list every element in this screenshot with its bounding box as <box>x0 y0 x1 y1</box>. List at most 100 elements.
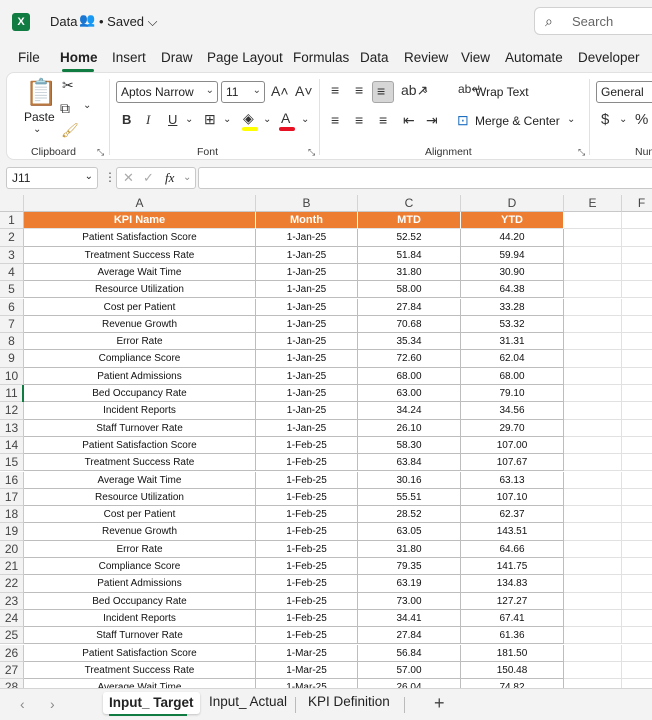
tab-draw[interactable]: Draw <box>161 50 193 65</box>
table-cell[interactable]: 29.70 <box>461 419 564 437</box>
tab-view[interactable]: View <box>461 50 490 65</box>
table-cell[interactable]: 1-Jan-25 <box>256 315 358 334</box>
tab-file[interactable]: File <box>18 50 40 65</box>
borders-dropdown-icon[interactable]: ⌄ <box>223 115 231 125</box>
table-cell[interactable]: 72.60 <box>358 350 461 368</box>
empty-cell[interactable] <box>622 645 652 662</box>
table-cell[interactable]: 31.31 <box>461 333 564 351</box>
table-cell[interactable]: 63.05 <box>358 523 461 541</box>
row-header[interactable]: 11 <box>0 385 24 403</box>
table-cell[interactable]: 1-Jan-25 <box>256 350 358 368</box>
table-cell[interactable]: Staff Turnover Rate <box>24 419 256 437</box>
column-header-e[interactable]: E <box>564 195 622 212</box>
paste-icon[interactable]: 📋 <box>25 79 57 105</box>
empty-cell[interactable] <box>564 263 622 282</box>
table-cell[interactable]: 1-Jan-25 <box>256 402 358 420</box>
table-cell[interactable]: Treatment Success Rate <box>24 661 256 680</box>
row-header[interactable]: 22 <box>0 575 24 593</box>
empty-cell[interactable] <box>564 592 622 610</box>
table-cell[interactable]: 79.10 <box>461 385 564 403</box>
row-header[interactable]: 8 <box>0 333 24 351</box>
font-color-icon[interactable]: A <box>281 111 290 125</box>
table-cell[interactable]: 181.50 <box>461 644 564 662</box>
table-cell[interactable]: Average Wait Time <box>24 471 256 489</box>
table-cell[interactable]: 34.41 <box>358 609 461 628</box>
table-cell[interactable]: 58.00 <box>358 281 461 299</box>
row-header[interactable]: 15 <box>0 454 24 472</box>
empty-cell[interactable] <box>622 454 652 472</box>
empty-cell[interactable] <box>564 523 622 541</box>
table-cell[interactable]: 63.84 <box>358 454 461 472</box>
table-cell[interactable]: 70.68 <box>358 315 461 334</box>
spreadsheet-grid[interactable]: A B C D E F 1 KPI Name Month MTD YTD 2 Patient Satis… <box>0 195 652 688</box>
empty-cell[interactable] <box>564 627 622 645</box>
row-header[interactable]: 4 <box>0 263 24 282</box>
table-cell[interactable]: 26.10 <box>358 419 461 437</box>
empty-cell[interactable] <box>622 212 652 230</box>
table-cell[interactable]: 68.00 <box>461 367 564 385</box>
table-cell[interactable]: Patient Admissions <box>24 575 256 593</box>
tab-page-layout[interactable]: Page Layout <box>207 50 283 65</box>
empty-cell[interactable] <box>622 437 652 455</box>
table-cell[interactable]: Incident Reports <box>24 402 256 420</box>
table-cell[interactable]: 107.67 <box>461 454 564 472</box>
table-cell[interactable]: Resource Utilization <box>24 281 256 299</box>
table-cell[interactable]: Error Rate <box>24 333 256 351</box>
enter-icon[interactable]: ✓ <box>143 170 154 186</box>
empty-cell[interactable] <box>564 315 622 334</box>
empty-cell[interactable] <box>622 610 652 628</box>
table-cell[interactable]: Bed Occupancy Rate <box>24 385 256 403</box>
row-header[interactable]: 2 <box>0 229 24 247</box>
font-size-dropdown[interactable]: 11 ⌄ <box>221 81 265 103</box>
empty-cell[interactable] <box>564 609 622 628</box>
empty-cell[interactable] <box>564 402 622 420</box>
table-cell[interactable]: 1-Feb-25 <box>256 454 358 472</box>
more-options-icon[interactable]: ⋮ <box>104 170 116 184</box>
empty-cell[interactable] <box>564 661 622 680</box>
row-header[interactable]: 18 <box>0 506 24 524</box>
table-cell[interactable]: Revenue Growth <box>24 523 256 541</box>
empty-cell[interactable] <box>622 350 652 368</box>
row-header[interactable]: 10 <box>0 367 24 385</box>
empty-cell[interactable] <box>622 679 652 688</box>
empty-cell[interactable] <box>564 229 622 247</box>
tab-home[interactable]: Home <box>60 50 98 65</box>
document-title[interactable]: Data <box>50 14 77 29</box>
align-middle-icon[interactable]: ≡ <box>355 83 363 97</box>
table-cell[interactable]: 52.52 <box>358 229 461 247</box>
row-header[interactable]: 26 <box>0 644 24 662</box>
empty-cell[interactable] <box>564 333 622 351</box>
empty-cell[interactable] <box>622 316 652 334</box>
empty-cell[interactable] <box>622 593 652 610</box>
empty-cell[interactable] <box>622 558 652 576</box>
sheet-tab-input-actual[interactable]: Input_ Actual <box>209 694 287 709</box>
table-cell[interactable]: 56.84 <box>358 644 461 662</box>
empty-cell[interactable] <box>564 281 622 299</box>
empty-cell[interactable] <box>564 679 622 688</box>
empty-cell[interactable] <box>564 644 622 662</box>
table-cell[interactable]: 51.84 <box>358 246 461 264</box>
table-cell[interactable]: 1-Feb-25 <box>256 523 358 541</box>
empty-cell[interactable] <box>622 368 652 385</box>
empty-cell[interactable] <box>564 575 622 593</box>
empty-cell[interactable] <box>622 575 652 593</box>
empty-cell[interactable] <box>564 246 622 264</box>
empty-cell[interactable] <box>564 419 622 437</box>
fill-color-dropdown-icon[interactable]: ⌄ <box>263 115 271 125</box>
table-cell[interactable]: 1-Feb-25 <box>256 471 358 489</box>
table-header-cell[interactable]: KPI Name <box>24 212 256 230</box>
table-cell[interactable]: 63.00 <box>358 385 461 403</box>
currency-dropdown-icon[interactable]: ⌄ <box>619 115 627 125</box>
table-cell[interactable]: 61.36 <box>461 627 564 645</box>
empty-cell[interactable] <box>622 489 652 507</box>
table-cell[interactable]: Error Rate <box>24 540 256 558</box>
table-cell[interactable]: 1-Feb-25 <box>256 488 358 507</box>
borders-icon[interactable]: ⊞ <box>204 112 216 126</box>
empty-cell[interactable] <box>564 454 622 472</box>
tab-formulas[interactable]: Formulas <box>293 50 349 65</box>
chevron-left-icon[interactable]: ‹ <box>20 696 25 712</box>
empty-cell[interactable] <box>622 299 652 316</box>
merge-center-dropdown-icon[interactable]: ⌄ <box>567 115 575 125</box>
table-cell[interactable]: 1-Feb-25 <box>256 436 358 455</box>
paste-dropdown-icon[interactable]: ⌄ <box>33 125 41 135</box>
